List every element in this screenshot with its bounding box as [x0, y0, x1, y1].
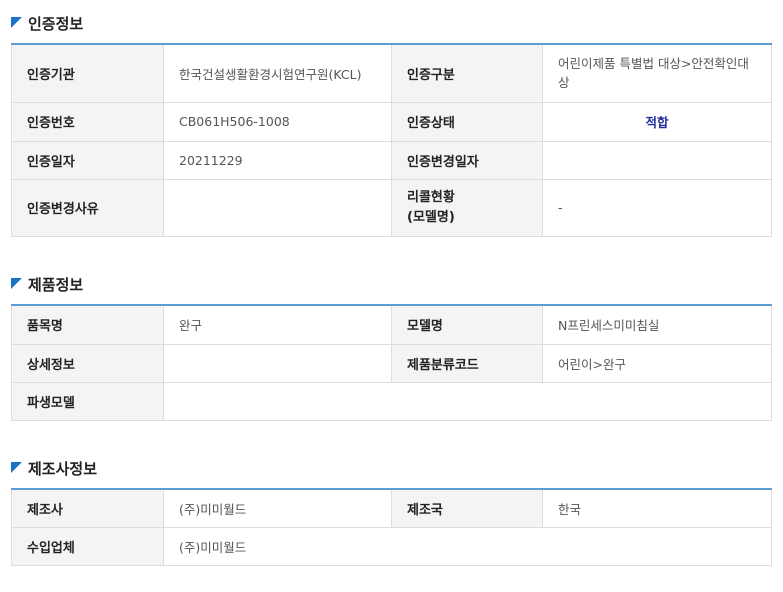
table-row: 인증변경사유 리콜현황 (모델명) - [11, 178, 772, 237]
section-triangle-icon [11, 461, 22, 473]
cert-change-reason-value [163, 178, 392, 237]
cert-number-value: CB061H506-1008 [163, 101, 392, 142]
detail-info-label: 상세정보 [11, 343, 164, 383]
maker-section-title: 제조사정보 [28, 459, 98, 478]
model-name-label: 모델명 [391, 304, 543, 345]
recall-status-value: - [542, 178, 772, 237]
item-name-value: 완구 [163, 304, 392, 345]
maker-section-header: 제조사정보 [11, 457, 771, 479]
table-row: 파생모델 [11, 381, 772, 421]
item-name-label: 품목명 [11, 304, 164, 345]
cert-org-value: 한국건설생활환경시험연구원(KCL) [163, 43, 392, 103]
cert-section-title: 인증정보 [28, 14, 84, 33]
cert-date-label: 인증일자 [11, 140, 164, 180]
cert-table: 인증기관 한국건설생활환경시험연구원(KCL) 인증구분 어린이제품 특별법 대… [11, 43, 772, 237]
cert-section: 인증정보 인증기관 한국건설생활환경시험연구원(KCL) 인증구분 어린이제품 … [11, 12, 772, 237]
cert-org-label: 인증기관 [11, 43, 164, 103]
manufacturer-label: 제조사 [11, 488, 164, 528]
recall-status-label: 리콜현황 (모델명) [391, 178, 543, 237]
model-name-value: N프린세스미미침실 [542, 304, 772, 345]
cert-change-reason-label: 인증변경사유 [11, 178, 164, 237]
cert-change-date-value [542, 140, 772, 180]
country-label: 제조국 [391, 488, 543, 528]
cert-status-value: 적합 [542, 101, 772, 142]
table-row: 수입업체 (주)미미월드 [11, 526, 772, 566]
importer-label: 수입업체 [11, 526, 164, 566]
section-triangle-icon [11, 16, 22, 28]
status-badge: 적합 [645, 115, 669, 130]
detail-info-value [163, 343, 392, 383]
table-row: 인증번호 CB061H506-1008 인증상태 적합 [11, 101, 772, 142]
maker-section: 제조사정보 제조사 (주)미미월드 제조국 한국 수입업체 (주)미미월드 [11, 457, 772, 566]
product-section-title: 제품정보 [28, 275, 84, 294]
table-row: 품목명 완구 모델명 N프린세스미미침실 [11, 304, 772, 345]
category-code-label: 제품분류코드 [391, 343, 543, 383]
table-row: 상세정보 제품분류코드 어린이>완구 [11, 343, 772, 383]
product-table: 품목명 완구 모델명 N프린세스미미침실 상세정보 제품분류코드 어린이>완구 … [11, 304, 772, 421]
product-section: 제품정보 품목명 완구 모델명 N프린세스미미침실 상세정보 제품분류코드 어린… [11, 273, 772, 421]
section-triangle-icon [11, 277, 22, 289]
manufacturer-value: (주)미미월드 [163, 488, 392, 528]
importer-value: (주)미미월드 [163, 526, 772, 566]
product-section-header: 제품정보 [11, 273, 771, 295]
country-value: 한국 [542, 488, 772, 528]
cert-change-date-label: 인증변경일자 [391, 140, 543, 180]
cert-number-label: 인증번호 [11, 101, 164, 142]
category-code-value: 어린이>완구 [542, 343, 772, 383]
table-row: 인증기관 한국건설생활환경시험연구원(KCL) 인증구분 어린이제품 특별법 대… [11, 43, 772, 103]
cert-status-label: 인증상태 [391, 101, 543, 142]
derived-model-label: 파생모델 [11, 381, 164, 421]
maker-table: 제조사 (주)미미월드 제조국 한국 수입업체 (주)미미월드 [11, 488, 772, 566]
table-row: 인증일자 20211229 인증변경일자 [11, 140, 772, 180]
derived-model-value [163, 381, 772, 421]
cert-date-value: 20211229 [163, 140, 392, 180]
table-row: 제조사 (주)미미월드 제조국 한국 [11, 488, 772, 528]
cert-type-value: 어린이제품 특별법 대상>안전확인대상 [542, 43, 772, 103]
cert-type-label: 인증구분 [391, 43, 543, 103]
cert-section-header: 인증정보 [11, 12, 771, 34]
